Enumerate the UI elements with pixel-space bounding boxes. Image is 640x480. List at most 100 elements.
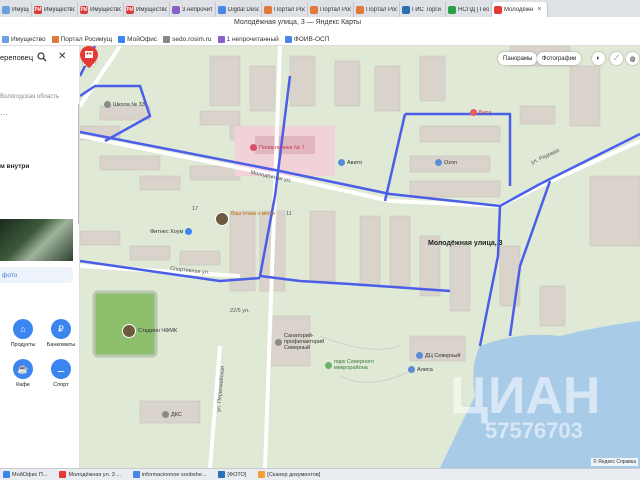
cup-icon: ☕ [13, 359, 33, 379]
taskbar-item[interactable]: МойОфис П... [0, 471, 50, 478]
tab-label: НСПД | Геос [458, 6, 489, 13]
profile-icon[interactable]: ◍ [626, 52, 639, 65]
bookmark-item[interactable]: Портал Росимущ [51, 35, 112, 43]
bookmark-icon [284, 35, 292, 43]
poi-alisa[interactable]: Алиса [408, 366, 433, 373]
poi-dts[interactable]: ДЦ Северный [416, 352, 460, 359]
app-icon [132, 471, 140, 478]
search-sidebar: ереповец ✕ Вологодская область ··· м вну… [0, 46, 80, 468]
poi-label: Авито [347, 159, 363, 166]
close-tab-icon[interactable]: × [537, 6, 541, 13]
app-icon [258, 471, 266, 478]
browser-tab[interactable]: Портал Росс [262, 2, 308, 17]
house-number: 17 [192, 206, 199, 212]
portal-icon [264, 5, 272, 14]
tab-label: Имущество [90, 6, 121, 13]
browser-tab[interactable]: 3 непрочитан [170, 2, 216, 17]
browser-tab[interactable]: РИ Имущество [32, 2, 78, 17]
bookmark-item[interactable]: Имущество [2, 35, 46, 43]
hospital-icon [250, 144, 257, 151]
poi-label: парк Северного микрорайона [334, 359, 375, 371]
close-icon[interactable]: ✕ [58, 51, 66, 62]
portal-icon [356, 5, 364, 14]
browser-tab[interactable]: НСПД | Геос [446, 2, 492, 17]
panoramas-button[interactable]: Панорамы [498, 52, 538, 65]
mail-icon [172, 5, 180, 14]
search-icon[interactable] [37, 52, 47, 62]
poi-ozon[interactable]: Ozon [435, 159, 457, 166]
category-products[interactable]: ⌂ Продукты [8, 319, 38, 348]
map-pin-icon[interactable] [80, 46, 98, 68]
poi-label: ДКС [171, 411, 182, 418]
more-icon[interactable]: ··· [0, 110, 8, 119]
browser-tab[interactable]: РИ Имущество [124, 2, 170, 17]
browser-tab[interactable]: Портал Росс [354, 2, 400, 17]
poi-school[interactable]: Школа № 33 [104, 101, 145, 108]
taskbar-label: informacionnoe soobshe... [141, 471, 207, 478]
review-label: Ваш отзыв о месте [231, 211, 276, 217]
search-bar[interactable]: ереповец ✕ [0, 50, 79, 64]
poi-dks[interactable]: ДКС [162, 411, 182, 418]
taskbar-item[interactable]: informacionnoe soobshe... [130, 471, 210, 478]
category-atms[interactable]: ₽ Банкоматы [46, 319, 76, 348]
poi-stadium[interactable]: Стадион ЧФМК [138, 328, 177, 334]
taskbar-label: [Сканер документов] [267, 471, 321, 478]
bookmark-label: sedo.rosim.ru [172, 35, 212, 43]
bookmark-icon [217, 35, 225, 43]
tab-label: 3 непрочитан [182, 6, 213, 13]
region-label: Вологодская область [0, 94, 60, 100]
taskbar-label: Молодёжная ул. 3 ... [68, 471, 121, 478]
bookmark-item[interactable]: МойОфис [118, 35, 157, 43]
poi-avito[interactable]: Авито [338, 159, 362, 166]
building-icon [162, 411, 169, 418]
tab-label: Digital Desc [228, 6, 259, 13]
map-canvas[interactable]: ◂ Панорамы Фотографии ◐ ⟋ ◍ Школа № 33 П… [80, 46, 640, 468]
place-photo[interactable] [0, 219, 73, 261]
poi-vita[interactable]: Вита [470, 109, 491, 116]
map-copyright[interactable]: © Яндекс Справка [591, 458, 638, 466]
dumbbell-icon [185, 228, 193, 235]
bookmark-item[interactable]: ФОИВ-ОСП [284, 35, 329, 43]
poi-label: Фитнес Хоум [150, 228, 184, 235]
browser-tab[interactable]: Имущество [0, 2, 32, 17]
poi-label: Школа № 33 [113, 101, 145, 108]
rosim-icon: РИ [80, 5, 88, 14]
taskbar-item[interactable]: Молодёжная ул. 3 ... [56, 471, 123, 478]
browser-tab[interactable]: Digital Desc [216, 2, 262, 17]
layers-icon[interactable]: ◐ [592, 52, 605, 65]
bookmark-item[interactable]: 1 непрочитанный [217, 35, 279, 43]
poi-polyclinic[interactable]: Поликлиника № 7 [250, 144, 305, 151]
ruler-icon[interactable]: ⟋ [610, 52, 623, 65]
basket-icon: ⌂ [13, 319, 33, 339]
poi-label: Поликлиника № 7 [259, 144, 305, 151]
shop-icon [338, 159, 345, 166]
bookmarks-bar: Имущество Портал Росимущ МойОфис sedo.rosim… [0, 33, 640, 46]
poi-park[interactable]: парк Северного микрорайона [325, 359, 386, 371]
category-cafe[interactable]: ☕ Кафе [8, 359, 38, 388]
taskbar-item[interactable]: [ФОТО] [215, 471, 249, 478]
browser-tab[interactable]: ГИС Торги [400, 2, 446, 17]
browser-tab[interactable]: Портал Росс [308, 2, 354, 17]
photo-button[interactable]: фото [0, 267, 73, 283]
map-pin-icon [494, 5, 502, 14]
category-sport[interactable]: ⚊ Спорт [46, 359, 76, 388]
browser-tab[interactable]: Молодёжн × [492, 2, 548, 17]
poi-label: Алиса [417, 366, 433, 373]
review-avatar[interactable] [215, 212, 229, 226]
tab-label: Имущество [12, 6, 29, 13]
tab-label: Портал Росс [366, 6, 397, 13]
bookmark-item[interactable]: sedo.rosim.ru [163, 35, 212, 43]
search-input[interactable]: ереповец [0, 53, 40, 62]
category-label: Банкоматы [46, 342, 76, 348]
taskbar-item[interactable]: [Сканер документов] [255, 471, 323, 478]
watermark: ЦИАН [450, 367, 601, 425]
photos-button[interactable]: Фотографии [537, 52, 582, 65]
poi-fitness[interactable]: Фитнес Хоум [150, 228, 193, 235]
sanatorium-icon [275, 338, 282, 346]
shop-icon [408, 366, 415, 373]
selected-address-label: Молодёжная улица, 3 [428, 240, 503, 247]
browser-tab[interactable]: РИ Имущество [78, 2, 124, 17]
poi-sanatorium[interactable]: Санаторий-профилакторий Северный [275, 333, 339, 351]
stadium-avatar[interactable] [122, 324, 136, 338]
tab-label: Имущество [44, 6, 75, 13]
